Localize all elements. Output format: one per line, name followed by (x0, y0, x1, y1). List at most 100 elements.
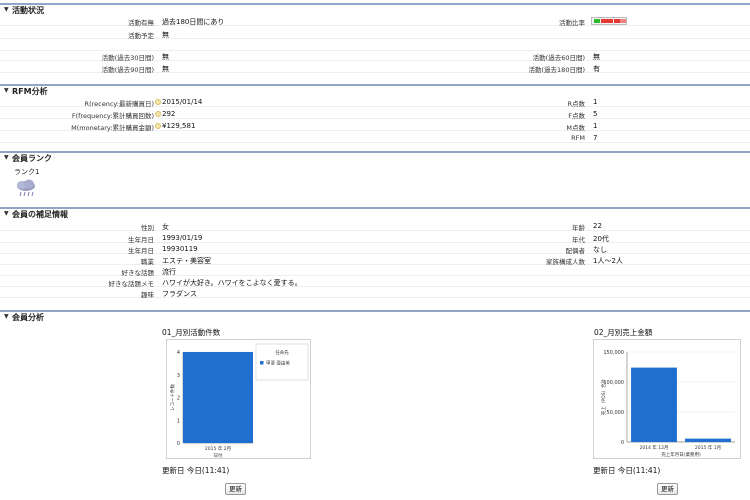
field-label: 好きな話題メモ (108, 280, 155, 288)
field-row: 好きな話題 流行 (0, 266, 750, 277)
field-value: フラダンス (162, 290, 197, 298)
chart2-panel: 0 50,000 100,000 150,000 2014 年 12月 2015 年 1月… (593, 339, 741, 459)
field-value: 20代 (593, 235, 609, 243)
field-value: 女 (162, 223, 169, 231)
y-tick-label: 4 (177, 350, 180, 356)
field-label: 活動比率 (559, 19, 585, 27)
field-value: 流行 (162, 268, 176, 276)
chart2-title: 02_月別売上金額 (594, 328, 653, 337)
field-label: R(recency:最新購買日) (84, 100, 154, 108)
field-value: エステ・美容室 (162, 257, 211, 265)
field-row: RFM 7 (0, 133, 750, 143)
field-row: 生年月日 1993/01/19 年代 20代 (0, 233, 750, 244)
y-tick-label: 2 (177, 396, 180, 402)
bar (631, 367, 677, 442)
field-label: R点数 (567, 100, 585, 108)
chart1-panel: 0 1 2 3 4 2015 年 2月 日付 レコード件数 任命先 甲斐 亜由美 (166, 339, 311, 459)
y-tick-label: 50,000 (607, 410, 625, 416)
help-icon[interactable] (155, 123, 161, 129)
field-value: 22 (593, 222, 602, 230)
field-row: M(monetary:累計購買金額) ¥129,581 M点数 1 (0, 121, 750, 132)
field-value: 無 (593, 53, 600, 61)
field-value: 5 (593, 110, 598, 118)
field-value: 19930119 (162, 245, 198, 253)
x-axis-title: 日付 (214, 452, 223, 459)
field-row: 活動(過去90日間) 無 活動(過去180日間) 有 (0, 63, 750, 74)
section-rfm-header[interactable]: ▼ RFM分析 (0, 84, 750, 96)
field-row: F(frequency:累計購買回数) 292 F点数 5 (0, 109, 750, 120)
section-title: 会員分析 (12, 313, 44, 322)
chart2-refresh-button[interactable]: 更新 (657, 483, 678, 495)
field-value: ¥129,581 (162, 122, 196, 130)
field-label: 活動予定 (128, 32, 154, 40)
collapse-triangle-icon[interactable]: ▼ (4, 6, 9, 13)
bar (183, 352, 253, 443)
field-label: 生年月日 (128, 247, 154, 255)
chart1-title: 01_月別活動件数 (162, 328, 221, 337)
legend-title: 任命先 (275, 349, 289, 356)
chart1-refresh-button[interactable]: 更新 (225, 483, 246, 495)
collapse-triangle-icon[interactable]: ▼ (4, 154, 9, 161)
field-label: 活動(過去30日間) (101, 54, 154, 62)
collapse-triangle-icon[interactable]: ▼ (4, 313, 9, 320)
x-tick-label: 2014 年 12月 (639, 444, 668, 451)
field-label: 職業 (141, 258, 154, 266)
x-tick-label: 2015 年 1月 (695, 444, 721, 451)
section-supplement-header[interactable]: ▼ 会員の補足情報 (0, 207, 750, 219)
y-tick-label: 3 (177, 373, 180, 379)
y-axis-title: 売上（POS）合計 (600, 378, 607, 415)
rate-segment (620, 19, 626, 23)
field-value: 無 (162, 65, 169, 73)
field-row: 生年月日 19930119 配偶者 なし (0, 244, 750, 255)
field-value: 292 (162, 110, 176, 118)
section-analysis-header[interactable]: ▼ 会員分析 (0, 310, 750, 322)
section-activity-header[interactable]: ▼ 活動状況 (0, 3, 750, 15)
field-label: F点数 (568, 112, 585, 120)
field-row: 好きな話題メモ ハワイが大好き。ハワイをこよなく愛する。 (0, 277, 750, 288)
section-title: 活動状況 (12, 6, 44, 15)
field-label: 活動(過去60日間) (532, 54, 585, 62)
bar (685, 438, 731, 442)
field-row: 趣味 フラダンス (0, 288, 750, 299)
section-title: 会員の補足情報 (12, 210, 68, 219)
field-row: 職業 エステ・美容室 家族構成人数 1人～2人 (0, 255, 750, 266)
field-label: 好きな話題 (121, 269, 155, 277)
y-axis-title: レコード件数 (169, 384, 176, 411)
field-label: 年代 (572, 236, 585, 244)
field-label: RFM (571, 134, 585, 142)
collapse-triangle-icon[interactable]: ▼ (4, 87, 9, 94)
rate-segment (594, 19, 600, 23)
field-value: ハワイが大好き。ハワイをこよなく愛する。 (162, 279, 302, 287)
field-label: M(monetary:累計購買金額) (71, 124, 154, 132)
field-label: M点数 (566, 124, 585, 132)
field-value: 1 (593, 122, 598, 130)
field-value: 有 (593, 65, 600, 73)
field-label: 活動(過去90日間) (101, 66, 154, 74)
field-value: 過去180日間にあり (162, 18, 225, 26)
field-value: 無 (162, 31, 169, 39)
cloud-rain-icon (15, 178, 37, 198)
help-icon[interactable] (155, 99, 161, 105)
field-label: 趣味 (141, 291, 154, 299)
section-title: 会員ランク (12, 154, 52, 163)
field-row: 活動有無 過去180日間にあり 活動比率 (0, 16, 750, 27)
legend-swatch (260, 361, 264, 365)
field-label: 家族構成人数 (546, 258, 585, 266)
collapse-triangle-icon[interactable]: ▼ (4, 210, 9, 217)
field-row: 活動予定無 (0, 29, 750, 40)
y-tick-label: 0 (177, 441, 180, 447)
rate-segment (607, 19, 613, 23)
field-value: 1 (593, 98, 598, 106)
chart1-svg: 0 1 2 3 4 2015 年 2月日付 レコード件数 任命先甲斐 亜由美 (169, 343, 309, 459)
field-label: F(frequency:累計購買回数) (71, 112, 154, 120)
field-row: R(recency:最新購買日) 2015/01/14 R点数 1 (0, 97, 750, 108)
chart2-updated: 更新日 今日(11:41) (593, 466, 661, 475)
field-label: 活動有無 (128, 19, 154, 27)
field-value: 無 (162, 53, 169, 61)
field-value: なし (593, 246, 607, 254)
help-icon[interactable] (155, 111, 161, 117)
field-value: 7 (593, 134, 598, 142)
section-rank-header[interactable]: ▼ 会員ランク (0, 151, 750, 163)
x-tick-label: 2015 年 2月 (205, 445, 231, 452)
legend-entry: 甲斐 亜由美 (266, 360, 290, 367)
